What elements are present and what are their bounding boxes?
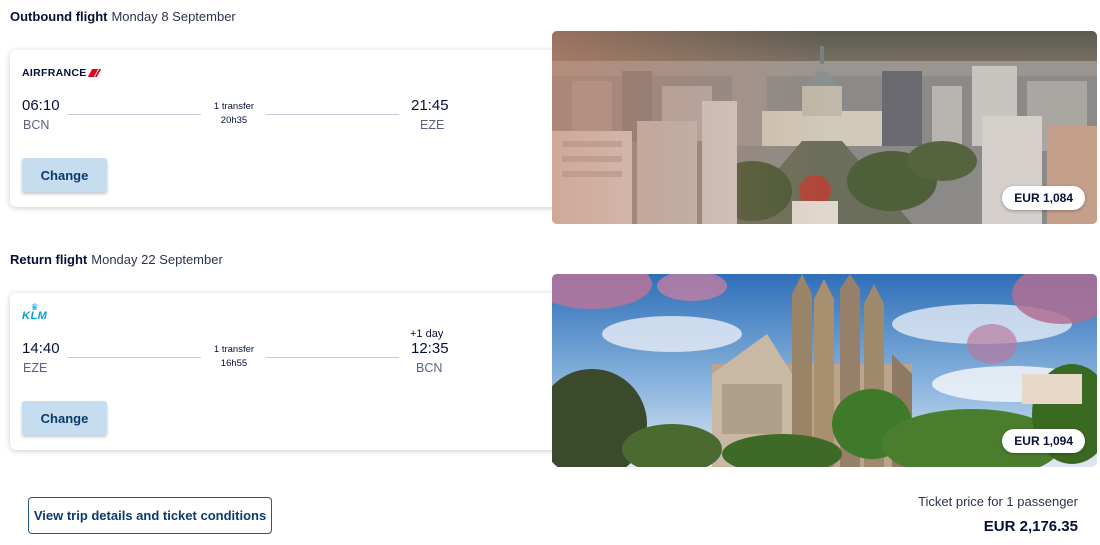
depart-code: BCN (23, 118, 50, 132)
outbound-heading: Outbound flight Monday 8 September (10, 9, 236, 24)
outbound-destination-photo: EUR 1,084 (552, 31, 1097, 224)
return-destination-photo: EUR 1,094 (552, 274, 1097, 467)
flight-duration: 20h35 (220, 115, 248, 126)
transfer-info: 1 transfer 20h35 (194, 100, 274, 128)
outbound-change-button[interactable]: Change (22, 158, 107, 192)
depart-time: 06:10 (22, 97, 60, 114)
outbound-flight-card: AIRFRANCE 06:10 BCN 1 transfer 20h35 21:… (10, 50, 566, 207)
return-heading: Return flight Monday 22 September (10, 252, 223, 267)
ticket-total-price: EUR 2,176.35 (983, 518, 1078, 535)
return-change-button[interactable]: Change (22, 401, 107, 435)
airfrance-logo-icon: AIRFRANCE (22, 65, 101, 81)
route-line-left (68, 114, 201, 115)
arrive-code: BCN (416, 361, 443, 375)
flight-duration: 16h55 (220, 358, 248, 369)
airline-name: AIRFRANCE (22, 67, 87, 79)
route-line-right (266, 357, 399, 358)
return-price-badge: EUR 1,094 (1002, 429, 1085, 453)
return-heading-label: Return flight (10, 252, 88, 267)
arrive-time: 12:35 (411, 340, 449, 357)
outbound-heading-label: Outbound flight (10, 9, 108, 24)
arrive-code: EZE (420, 118, 445, 132)
ticket-price-label: Ticket price for 1 passenger (918, 494, 1078, 509)
return-flight-card: ♛ KLM 14:40 EZE 1 transfer 16h55 +1 day … (10, 293, 566, 450)
return-date: Monday 22 September (91, 252, 223, 267)
route-line-right (266, 114, 399, 115)
transfer-info: 1 transfer 16h55 (194, 343, 274, 371)
route-line-left (68, 357, 201, 358)
airline-name: KLM (22, 310, 48, 322)
transfer-count: 1 transfer (213, 101, 255, 112)
transfer-count: 1 transfer (213, 344, 255, 355)
plus-day-label: +1 day (410, 328, 444, 340)
outbound-price-badge: EUR 1,084 (1002, 186, 1085, 210)
view-trip-details-button[interactable]: View trip details and ticket conditions (28, 497, 272, 534)
outbound-date: Monday 8 September (111, 9, 236, 24)
depart-time: 14:40 (22, 340, 60, 357)
arrive-time: 21:45 (411, 97, 449, 114)
klm-logo-icon: ♛ KLM (22, 302, 48, 322)
depart-code: EZE (23, 361, 48, 375)
